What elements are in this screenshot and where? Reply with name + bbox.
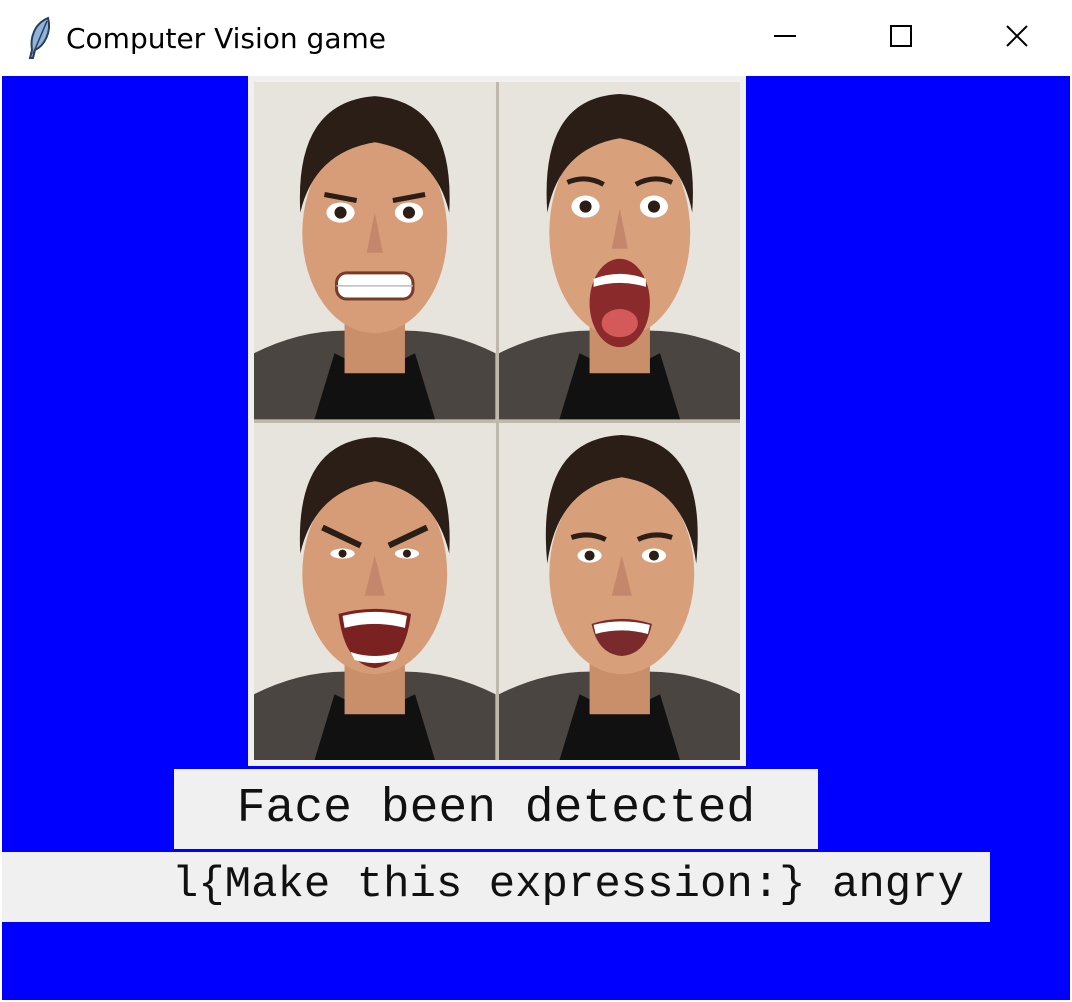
- expression-instruction-text: l{Make this expression:} angry: [171, 860, 964, 910]
- title-bar[interactable]: Computer Vision game: [0, 0, 1072, 76]
- face-panel-happy: [498, 422, 740, 760]
- feather-icon: [24, 16, 56, 60]
- minimize-button[interactable]: [726, 0, 844, 72]
- detection-status-label: Face been detected: [174, 769, 818, 849]
- maximize-icon: [890, 25, 912, 47]
- app-window: Computer Vision game Face been detected …: [0, 0, 1072, 1002]
- face-panel-shock: [498, 82, 740, 420]
- expressions-photo: [248, 76, 746, 766]
- window-title: Computer Vision game: [66, 22, 386, 55]
- expression-instruction-label: l{Make this expression:} angry: [2, 852, 990, 922]
- minimize-icon: [774, 25, 796, 47]
- close-button[interactable]: [958, 0, 1072, 72]
- close-icon: [1006, 25, 1028, 47]
- maximize-button[interactable]: [842, 0, 960, 72]
- face-panel-angry: [254, 422, 496, 760]
- face-panel-grimace: [254, 82, 496, 420]
- game-canvas: Face been detected l{Make this expressio…: [2, 76, 1070, 1000]
